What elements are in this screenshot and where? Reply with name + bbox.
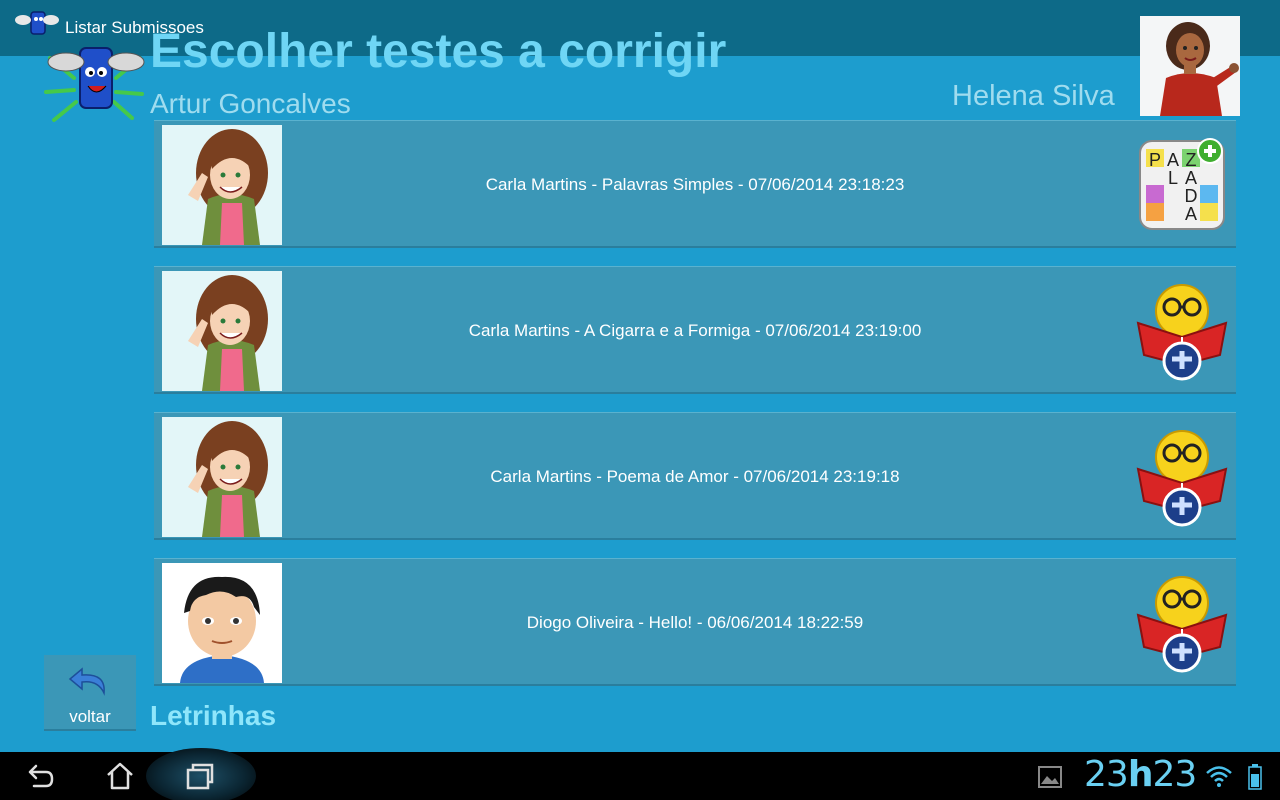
svg-text:A: A	[1185, 204, 1197, 224]
wifi-icon	[1206, 766, 1232, 787]
boy-avatar	[162, 563, 282, 683]
clock-hours: 23	[1084, 754, 1129, 795]
svg-text:A: A	[1185, 168, 1197, 188]
submission-row[interactable]: Carla Martins - A Cigarra e a Formiga - …	[154, 266, 1236, 394]
letrinhas-logo	[44, 47, 145, 122]
recent-apps-nav-icon[interactable]	[184, 760, 216, 792]
reading-puzzle-icon[interactable]	[1134, 279, 1230, 383]
clock-minutes: 23	[1152, 754, 1197, 795]
reading-puzzle-icon[interactable]	[1134, 425, 1230, 529]
teacher-avatar[interactable]	[1140, 16, 1240, 116]
girl-avatar	[162, 271, 282, 391]
page-title: Escolher testes a corrigir	[150, 25, 727, 78]
svg-text:D: D	[1185, 186, 1198, 206]
submission-label: Carla Martins - A Cigarra e a Formiga - …	[468, 321, 922, 340]
back-button-label: voltar	[69, 707, 111, 726]
clock-separator: h	[1127, 754, 1154, 795]
girl-avatar	[162, 417, 282, 537]
svg-text:L: L	[1168, 168, 1178, 188]
battery-icon	[1248, 764, 1262, 790]
reading-puzzle-icon[interactable]	[1134, 571, 1230, 675]
submission-row[interactable]: Carla Martins - Palavras Simples - 07/06…	[154, 120, 1236, 248]
submission-label: Carla Martins - Poema de Amor - 07/06/20…	[490, 467, 900, 486]
back-button[interactable]: voltar	[44, 655, 136, 731]
system-navigation-bar: 23h23	[0, 748, 1280, 800]
gallery-notification-icon[interactable]	[1038, 766, 1062, 788]
home-nav-icon[interactable]	[104, 760, 136, 792]
submission-label: Carla Martins - Palavras Simples - 07/06…	[485, 175, 905, 194]
student-name: Artur Goncalves	[150, 88, 351, 119]
girl-avatar	[162, 125, 282, 245]
word-puzzle-icon[interactable]: PAZ L ADA	[1134, 133, 1230, 237]
submission-row[interactable]: Carla Martins - Poema de Amor - 07/06/20…	[154, 412, 1236, 540]
teacher-name: Helena Silva	[952, 80, 1115, 112]
submission-row[interactable]: Diogo Oliveira - Hello! - 06/06/2014 18:…	[154, 558, 1236, 686]
back-nav-icon[interactable]	[24, 760, 56, 792]
undo-arrow-icon	[68, 667, 105, 696]
app-brand-label: Letrinhas	[150, 700, 277, 731]
svg-text:P: P	[1149, 150, 1161, 170]
submission-label: Diogo Oliveira - Hello! - 06/06/2014 18:…	[526, 613, 864, 632]
status-clock: 23h23	[1084, 754, 1197, 795]
svg-text:Z: Z	[1186, 150, 1197, 170]
svg-text:A: A	[1167, 150, 1179, 170]
